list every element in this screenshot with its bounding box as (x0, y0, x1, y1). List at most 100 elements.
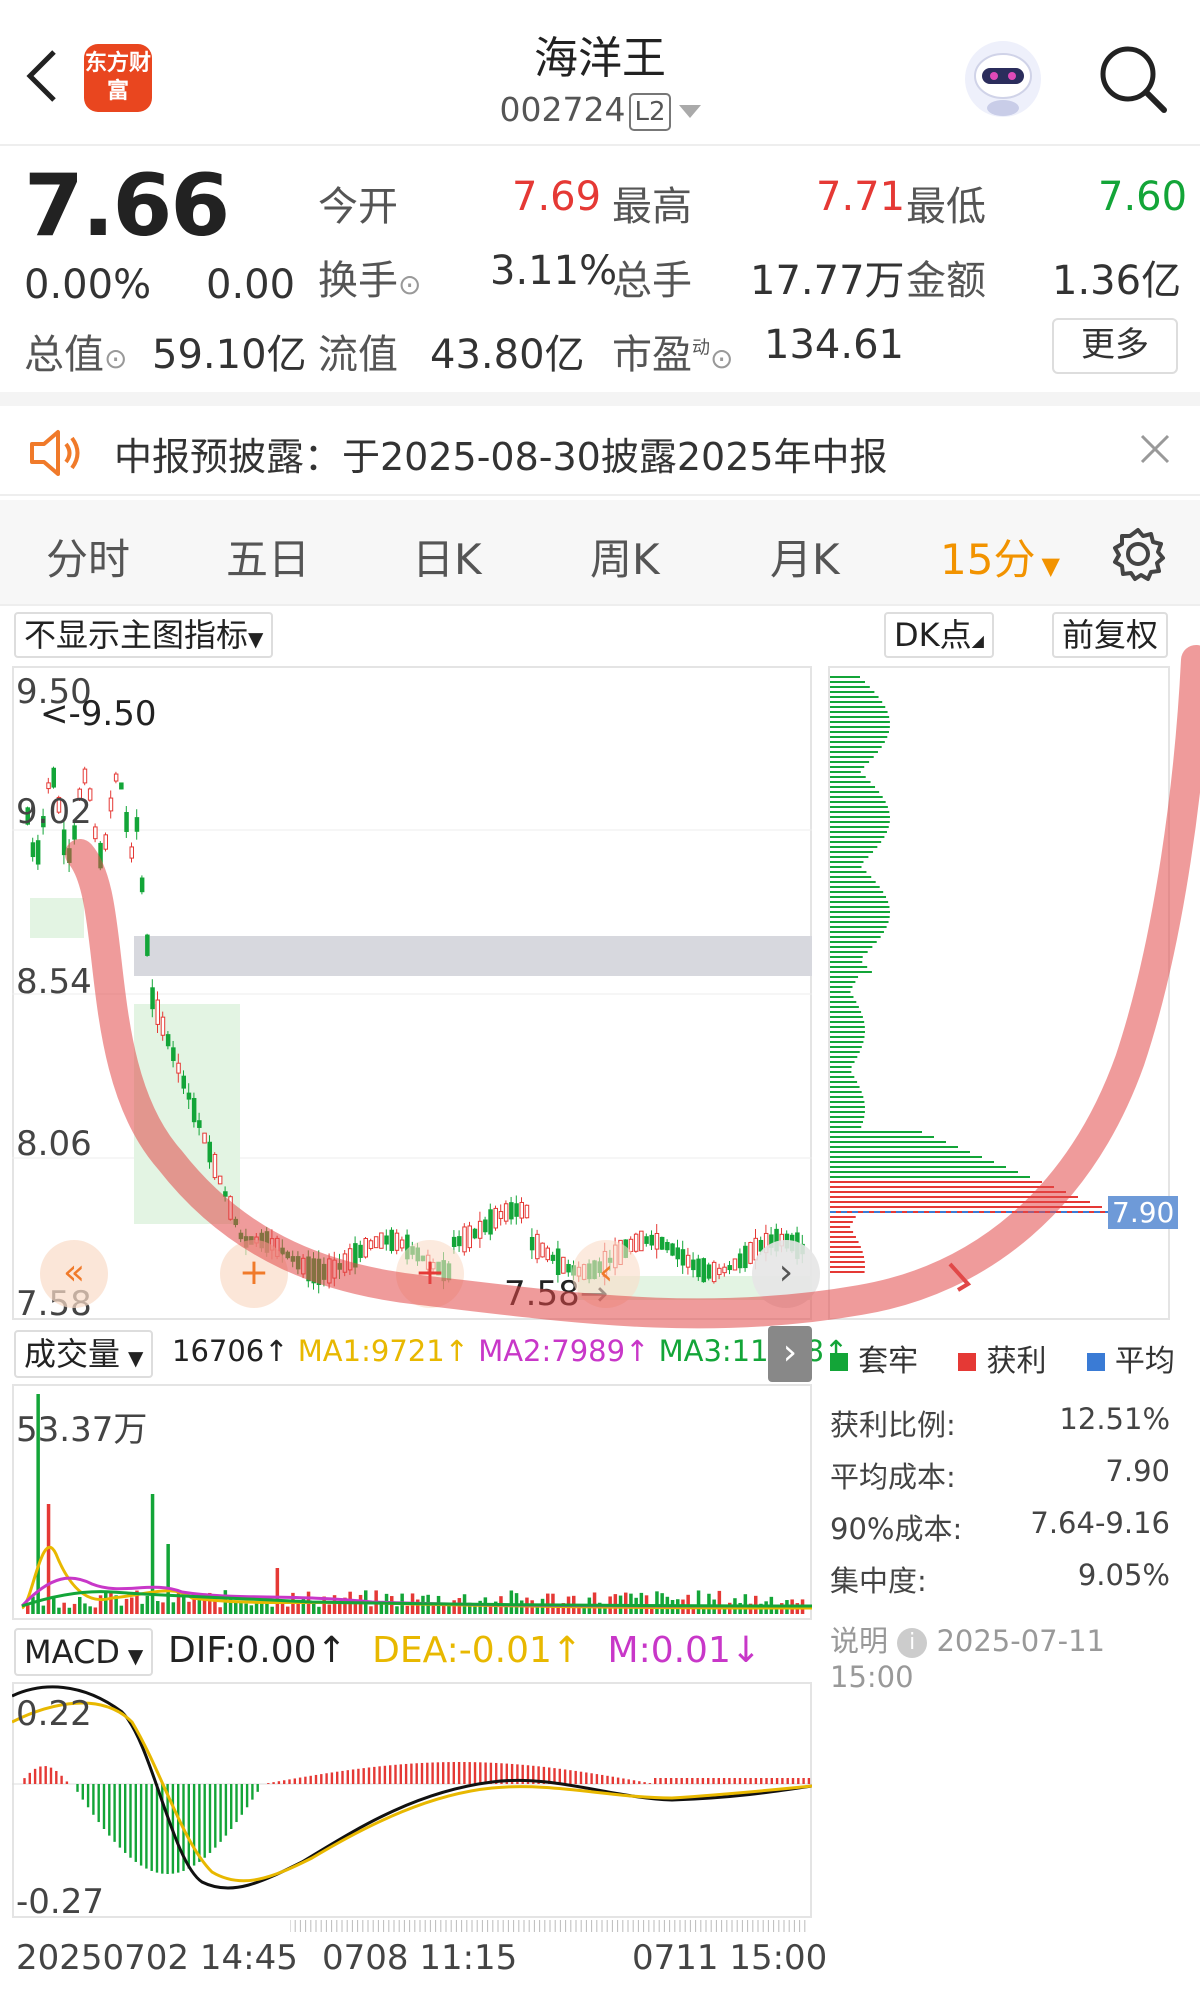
settings-gear-icon[interactable] (1110, 526, 1166, 582)
macd-bar (330, 1772, 334, 1784)
macd-bar (691, 1778, 694, 1784)
macd-bar (309, 1775, 312, 1784)
volume-bar (416, 1599, 420, 1614)
macd-bar (452, 1762, 455, 1784)
macd-bar (760, 1778, 763, 1784)
macd-bar (638, 1781, 641, 1784)
macd-bar (362, 1768, 365, 1784)
volume-bar (192, 1597, 196, 1614)
macd-bar (728, 1778, 731, 1784)
pe-label-text: 市盈 (612, 332, 692, 378)
volume-bar (119, 1605, 124, 1614)
vol-ma2-line (20, 1576, 812, 1608)
macd-bar (256, 1784, 259, 1792)
volume-bar (166, 1544, 170, 1614)
volume-bar (171, 1602, 176, 1614)
macd-indicator-select[interactable]: MACD ▼ (14, 1628, 154, 1676)
macd-bar (134, 1784, 137, 1862)
macd-bar (389, 1765, 392, 1784)
search-icon[interactable] (1096, 42, 1170, 116)
notice-text: 中报预披露：于2025-08-30披露2025年中报 (114, 435, 888, 479)
macd-bar (224, 1784, 228, 1836)
macd-histogram (23, 1762, 811, 1874)
macd-bar (722, 1778, 726, 1784)
macd-bar (230, 1784, 233, 1829)
last-price: 7.66 (24, 156, 230, 256)
pe-label: 市盈动⊙ (612, 322, 733, 380)
info-icon[interactable]: ⊙ (710, 342, 733, 375)
notice-bar[interactable]: 中报预披露：于2025-08-30披露2025年中报 (0, 392, 1200, 496)
tab-intraday[interactable]: 分时 (46, 526, 130, 587)
macd-bar (457, 1762, 461, 1784)
high-value: 7.71 (816, 174, 906, 220)
volume-bar (140, 1603, 144, 1614)
volume-bar (473, 1605, 477, 1614)
macd-bar (606, 1775, 609, 1784)
macd-bar (569, 1770, 572, 1784)
volume-bar (478, 1600, 482, 1614)
macd-bar (643, 1782, 646, 1784)
robot-assistant-icon[interactable] (962, 38, 1044, 120)
macd-bar (622, 1778, 625, 1784)
mktcap-label-text: 总值 (24, 332, 104, 378)
macd-bar (320, 1774, 323, 1784)
info-icon[interactable]: i (897, 1628, 928, 1658)
macd-bar (150, 1784, 153, 1871)
volume-bar (639, 1592, 644, 1614)
more-button[interactable]: 更多 (1052, 318, 1178, 374)
tab-five-day[interactable]: 五日 (226, 526, 310, 587)
macd-bar (765, 1778, 768, 1784)
stat-label: 平均成本: (830, 1460, 956, 1494)
tab-15min-label: 15分 (940, 535, 1036, 584)
volume-bar (582, 1607, 586, 1614)
macd-bar (436, 1762, 440, 1784)
macd-bar (33, 1768, 37, 1784)
volume-bar (358, 1594, 363, 1614)
macd-bar (786, 1778, 789, 1784)
u-shape-stroke (65, 645, 1200, 1329)
macd-bar (431, 1762, 434, 1784)
macd-bar (367, 1767, 371, 1784)
chip-footnote[interactable]: 说明 i 2025-07-11 15:00 (830, 1618, 1170, 1694)
stat-value: 9.05% (1077, 1558, 1170, 1592)
volume-bar (57, 1607, 61, 1614)
macd-bar (219, 1784, 222, 1842)
volume-bar (124, 1598, 129, 1614)
macd-dea: DEA:-0.01↑ (372, 1630, 583, 1671)
macd-bar (108, 1784, 111, 1836)
stat-value: 7.90 (1105, 1454, 1170, 1488)
float-value: 43.80亿 (430, 332, 585, 378)
macd-bar (92, 1784, 95, 1815)
macd-bar (81, 1784, 84, 1800)
tab-monthly-k[interactable]: 月K (770, 526, 840, 587)
caret-down-icon: ▼ (127, 1644, 144, 1668)
volume-bar (145, 1595, 150, 1614)
info-icon[interactable]: ⊙ (104, 342, 127, 375)
volume-bar (379, 1603, 384, 1614)
macd-bar (654, 1778, 657, 1784)
close-icon[interactable] (1138, 432, 1172, 466)
macd-legend: DIF:0.00↑ DEA:-0.01↑ M:0.01↓ (168, 1630, 761, 1671)
footnote-label: 说明 (830, 1624, 889, 1658)
macd-bar (277, 1781, 281, 1784)
stat-label: 集中度: (830, 1564, 927, 1598)
tab-daily-k[interactable]: 日K (412, 526, 482, 587)
macd-bar (139, 1784, 143, 1866)
macd-bar (55, 1770, 58, 1784)
tab-weekly-k[interactable]: 周K (590, 526, 660, 587)
macd-bottom-label: -0.27 (16, 1882, 104, 1922)
macd-bar (49, 1767, 53, 1784)
volume-bar (130, 1597, 134, 1614)
volume-bar (150, 1494, 155, 1614)
volume-bar (707, 1593, 711, 1614)
macd-m: M:0.01↓ (607, 1630, 762, 1671)
volume-bar (275, 1568, 280, 1614)
turnover-value: 3.11% (490, 248, 618, 294)
info-icon[interactable]: ⊙ (398, 268, 421, 301)
tab-15min[interactable]: 15分 ▼ (940, 526, 1060, 587)
macd-bar (781, 1778, 784, 1784)
macd-bar (383, 1765, 387, 1784)
caret-down-icon: ▼ (1041, 552, 1060, 580)
macd-bar (129, 1784, 132, 1858)
volume-bar (743, 1594, 748, 1614)
